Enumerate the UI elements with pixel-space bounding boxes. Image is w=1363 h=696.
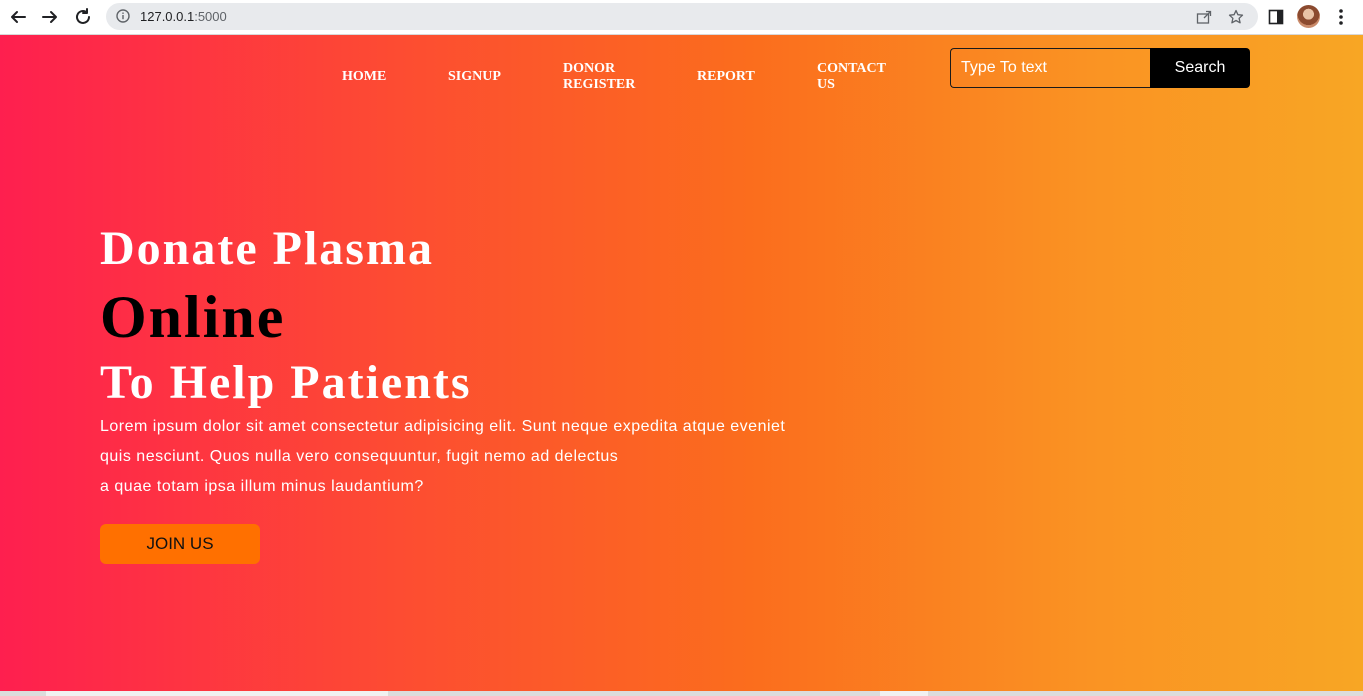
address-bar[interactable]: 127.0.0.1:5000 (106, 3, 1258, 30)
url-host: 127.0.0.1 (140, 9, 195, 24)
profile-avatar[interactable] (1297, 5, 1320, 28)
browser-toolbar: 127.0.0.1:5000 (0, 0, 1363, 35)
share-icon[interactable] (1196, 9, 1212, 25)
scrollbar-segment (880, 691, 928, 696)
forward-arrow-icon[interactable] (39, 6, 61, 28)
nav-donor-register-line1: DONOR (563, 61, 616, 76)
reload-icon[interactable] (72, 6, 94, 28)
nav-signup[interactable]: SIGNUP (448, 69, 501, 85)
nav-donor-register-line2: REGISTER (563, 77, 636, 92)
nav-report[interactable]: REPORT (697, 69, 755, 85)
hero-paragraph-line: Lorem ipsum dolor sit amet consectetur a… (100, 418, 786, 435)
main-nav: HOME SIGNUP DONOR REGISTER REPORT CONTAC… (0, 35, 1363, 135)
url-text: 127.0.0.1:5000 (140, 9, 227, 24)
hero-paragraph-line: a quae totam ipsa illum minus laudantium… (100, 478, 424, 495)
nav-home[interactable]: HOME (342, 69, 386, 85)
hero-heading-line3: To Help Patients (100, 356, 472, 409)
join-us-button[interactable]: JOIN US (100, 524, 260, 564)
star-icon[interactable] (1228, 9, 1244, 25)
kebab-menu-icon[interactable] (1330, 6, 1352, 28)
back-arrow-icon[interactable] (7, 6, 29, 28)
url-port: :5000 (194, 9, 227, 24)
nav-contact-line1: CONTACT (817, 61, 886, 76)
scrollbar-segment (46, 691, 388, 696)
info-icon[interactable] (116, 9, 130, 23)
side-panel-icon[interactable] (1265, 6, 1287, 28)
hero-paragraph-line: quis nesciunt. Quos nulla vero consequun… (100, 448, 619, 465)
horizontal-scrollbar[interactable] (0, 691, 1363, 696)
hero-heading-line2: Online (100, 284, 286, 350)
hero-heading-line1: Donate Plasma (100, 222, 434, 275)
hero-paragraph: Lorem ipsum dolor sit amet consectetur a… (100, 412, 880, 502)
hero-page: HOME SIGNUP DONOR REGISTER REPORT CONTAC… (0, 35, 1363, 691)
search-input[interactable] (950, 48, 1150, 88)
nav-contact-line2: US (817, 77, 835, 92)
nav-contact-us[interactable]: CONTACT US (817, 61, 886, 93)
nav-donor-register[interactable]: DONOR REGISTER (563, 61, 635, 93)
search-button[interactable]: Search (1150, 48, 1250, 88)
